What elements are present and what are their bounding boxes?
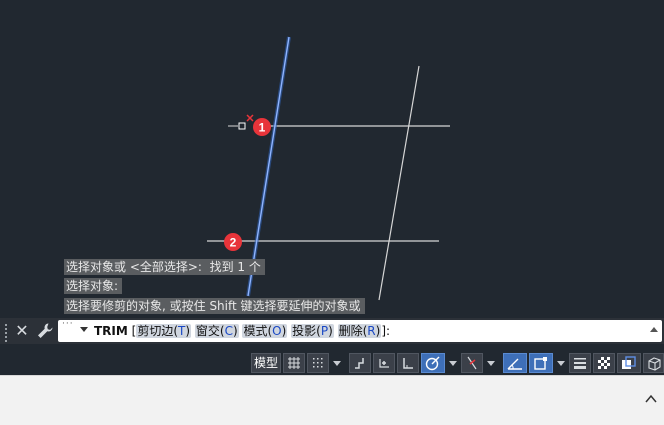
object-snap-tracking-button[interactable] — [503, 353, 527, 373]
model-space-button[interactable]: 模型 — [251, 353, 281, 373]
osnap-dropdown-chevron-icon[interactable] — [555, 353, 566, 373]
transparency-button[interactable] — [593, 353, 615, 373]
command-name: TRIM — [94, 324, 128, 338]
command-history-line: 选择对象或 <全部选择>: 找到 1 个 — [64, 259, 265, 275]
close-icon[interactable]: ✕ — [13, 321, 31, 341]
status-bar: 模型 — [0, 351, 664, 375]
cube-icon — [648, 357, 661, 371]
grid-button[interactable] — [283, 353, 305, 373]
infer-icon — [355, 358, 364, 369]
option-bracket-close: ]: — [381, 324, 391, 338]
ortho-button[interactable] — [397, 353, 419, 373]
wrench-icon[interactable] — [35, 321, 55, 341]
chevron-up-icon[interactable] — [644, 392, 658, 406]
command-history-line: 选择要修剪的对象, 或按住 Shift 键选择要延伸的对象或 — [64, 298, 365, 314]
3d-object-snap-button[interactable] — [643, 353, 664, 373]
isodraft-dropdown-chevron-icon[interactable] — [485, 353, 496, 373]
selection-cycling-button[interactable] — [617, 353, 641, 373]
grid-icon — [288, 357, 300, 369]
ortho-icon — [403, 358, 413, 369]
snap-dropdown-chevron-icon[interactable] — [331, 353, 342, 373]
dynamic-input-button[interactable] — [373, 353, 395, 373]
dynamic-input-icon — [379, 359, 389, 368]
option-project[interactable]: 投影(P) — [291, 324, 334, 338]
chevron-down-icon[interactable] — [80, 327, 88, 332]
slanted-line-right[interactable] — [378, 65, 420, 301]
isodraft-icon — [467, 356, 477, 370]
marker-1-number: 1 — [259, 121, 266, 135]
marker-2: 2 — [224, 233, 242, 251]
cursor-pickbox — [228, 114, 254, 130]
bottom-panel — [0, 375, 664, 425]
pickbox-icon — [238, 122, 246, 130]
polar-dropdown-chevron-icon[interactable] — [447, 353, 458, 373]
recent-commands-icon[interactable]: ··· — [62, 319, 74, 329]
option-cutting-edges[interactable]: 剪切边(T) — [136, 324, 192, 338]
object-snap-icon — [534, 357, 547, 370]
option-crossing[interactable]: 窗交(C) — [194, 324, 239, 338]
option-mode[interactable]: 模式(O) — [242, 324, 288, 338]
lineweight-button[interactable] — [569, 353, 591, 373]
command-input[interactable]: ··· TRIM [剪切边(T) 窗交(C) 模式(O) 投影(P) 删除(R)… — [58, 319, 662, 342]
command-history-line: 选择对象: — [64, 278, 123, 294]
snap-button[interactable] — [307, 353, 329, 373]
command-line-bar: ✕ ··· TRIM [剪切边(T) 窗交(C) 模式(O) 投影(P) 删除(… — [0, 318, 664, 344]
selected-cutting-edge[interactable] — [247, 36, 290, 297]
isometric-drafting-button[interactable] — [461, 353, 483, 373]
polar-tracking-icon — [425, 356, 440, 371]
infer-constraints-button[interactable] — [349, 353, 371, 373]
lineweight-icon — [574, 358, 586, 369]
status-gap — [0, 344, 664, 351]
selection-cycling-icon — [622, 356, 636, 369]
marker-2-number: 2 — [230, 236, 237, 250]
snap-dots-icon — [313, 358, 323, 368]
drag-grip-icon[interactable] — [3, 322, 9, 342]
object-snap-button[interactable] — [529, 353, 553, 373]
command-prompt: TRIM [剪切边(T) 窗交(C) 模式(O) 投影(P) 删除(R)]: — [94, 323, 390, 339]
polar-tracking-button[interactable] — [421, 353, 445, 373]
angle-icon — [507, 358, 522, 370]
transparency-checker-icon — [598, 357, 610, 369]
marker-1: 1 — [253, 118, 271, 136]
option-erase[interactable]: 删除(R) — [337, 324, 382, 338]
history-scroll-up-icon[interactable] — [650, 327, 658, 332]
